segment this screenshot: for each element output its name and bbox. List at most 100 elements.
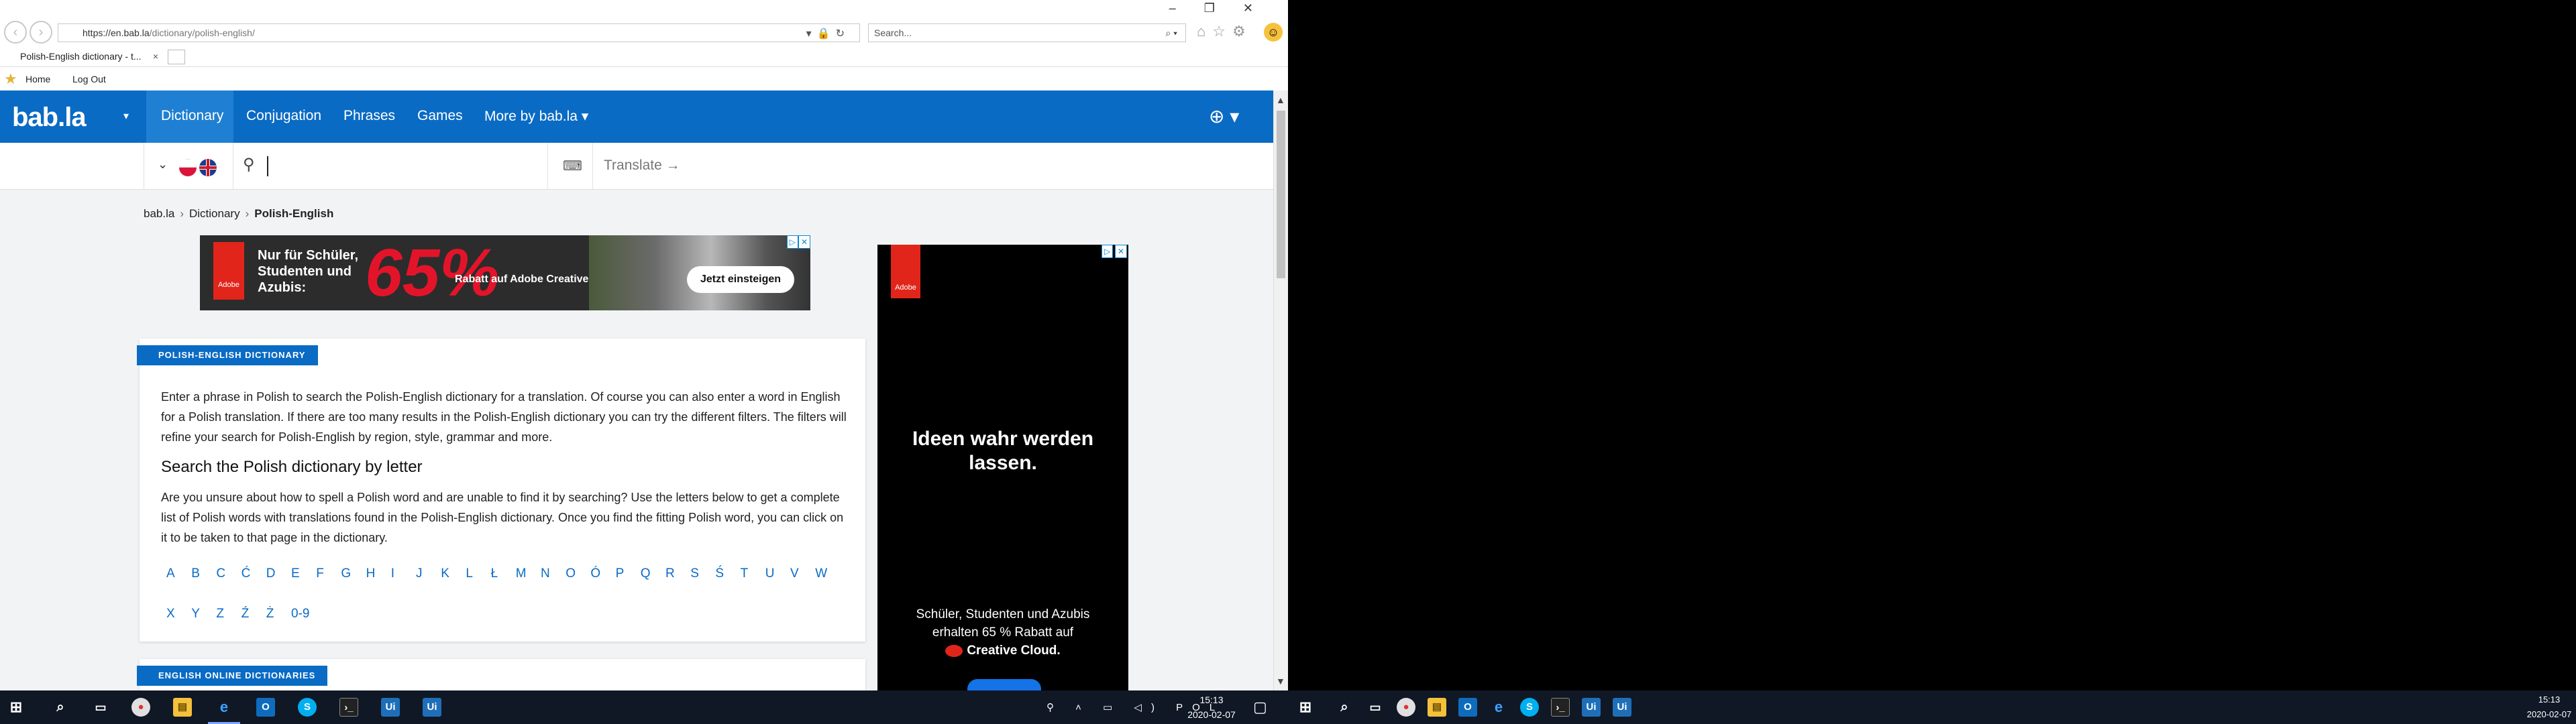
letter-link[interactable]: Ż [266,607,274,621]
back-icon[interactable]: ‹ [4,21,27,44]
letter-link[interactable]: J [416,566,423,581]
translate-button[interactable]: Translate → [604,158,680,174]
favorites-star-icon[interactable]: ★ [4,68,17,90]
explorer-icon[interactable]: ▤ [1428,698,1446,717]
nav-dictionary[interactable]: Dictionary [161,108,223,124]
letter-link[interactable]: L [466,566,473,581]
letter-link[interactable]: Ł [491,566,498,581]
letter-link[interactable]: E [291,566,300,581]
letter-link[interactable]: Q [641,566,651,581]
language-selector[interactable]: ⌄ [144,143,233,190]
start-icon[interactable]: ⊞ [7,698,25,717]
clock-secondary[interactable]: 15:13 2020-02-07 [2522,692,2576,722]
letter-link[interactable]: B [191,566,200,581]
toolbar-icons[interactable]: ⌂☆⚙ [1197,23,1252,40]
clock[interactable]: 15:13 2020-02-07 [1178,692,1245,722]
letter-link[interactable]: U [765,566,775,581]
letter-link[interactable]: S [690,566,699,581]
search-icon[interactable]: ⌕ ▾ [1165,24,1177,42]
edge-icon[interactable]: e [215,698,233,717]
uipath-studio-icon[interactable]: Ui [423,698,441,717]
letter-link[interactable]: G [341,566,351,581]
smiley-icon[interactable]: ☺ [1264,23,1283,42]
browser-search-field[interactable]: Search... ⌕ ▾ [868,23,1186,42]
letter-link[interactable]: F [316,566,324,581]
terminal-icon[interactable]: ›_ [339,698,358,717]
letter-link[interactable]: T [741,566,749,581]
search-icon[interactable]: ⌕ [51,698,70,717]
letter-link[interactable]: R [665,566,675,581]
globe-icon[interactable]: ⊕ ▾ [1209,105,1239,127]
letter-link[interactable]: Z [216,607,224,621]
banner-ad[interactable]: Adobe Nur für Schüler, Studenten und Azu… [200,235,810,310]
favorite-logout[interactable]: Log Out [72,68,106,90]
nav-phrases[interactable]: Phrases [343,108,395,124]
terminal-icon[interactable]: ›_ [1551,698,1570,717]
ad-cta-button[interactable]: Jetzt einsteigen [687,266,794,293]
letter-link[interactable]: V [790,566,799,581]
breadcrumb-dictionary[interactable]: Dictionary [189,207,240,220]
tab-polish-english[interactable]: Polish-English dictionary - t... × [0,46,166,67]
letter-link[interactable]: H [366,566,376,581]
letter-link[interactable]: M [516,566,527,581]
forward-icon[interactable]: › [30,21,52,44]
search-input[interactable] [267,156,268,176]
outlook-icon[interactable]: O [1458,698,1477,717]
site-logo[interactable]: bab.la [12,103,87,133]
letter-link[interactable]: O [566,566,576,581]
letter-link[interactable]: Ć [241,566,251,581]
letter-link[interactable]: D [266,566,276,581]
page-scrollbar[interactable]: ▲ ▼ [1273,90,1288,690]
ad-side-button[interactable] [967,679,1041,690]
nav-conjugation[interactable]: Conjugation [246,108,321,124]
start-icon[interactable]: ⊞ [1296,698,1315,717]
chevron-down-icon[interactable]: ▾ [123,109,129,123]
favorite-home[interactable]: Home [25,68,50,90]
adchoices-icon[interactable]: ▷ [1102,245,1114,258]
task-view-icon[interactable]: ▭ [91,698,110,717]
letter-link[interactable]: C [216,566,225,581]
skype-icon[interactable]: S [1520,698,1539,717]
task-view-icon[interactable]: ▭ [1366,698,1385,717]
browser-search-placeholder: Search... [874,27,912,38]
window-controls[interactable]: –❐✕ [1169,1,1281,15]
adchoices-icon[interactable]: ▷ [786,235,798,249]
chrome-icon[interactable]: ● [131,698,150,717]
letter-link[interactable]: A [166,566,175,581]
scrollbar-thumb[interactable] [1277,111,1285,278]
scroll-down-icon[interactable]: ▼ [1276,676,1285,686]
notifications-icon[interactable]: ▢ [1253,699,1267,716]
chrome-icon[interactable]: ● [1397,698,1415,717]
letter-link[interactable]: N [541,566,550,581]
nav-games[interactable]: Games [417,108,463,124]
letter-link[interactable]: 0-9 [291,607,309,621]
keyboard-button[interactable]: ⌨ [547,143,593,190]
edge-icon[interactable]: e [1489,698,1508,717]
outlook-icon[interactable]: O [256,698,275,717]
letter-link[interactable]: W [815,566,827,581]
letter-link[interactable]: Ś [715,566,724,581]
breadcrumb-home[interactable]: bab.la [144,207,174,220]
scroll-up-icon[interactable]: ▲ [1276,95,1285,105]
uipath-studio-icon[interactable]: Ui [1613,698,1631,717]
letter-link[interactable]: I [391,566,394,581]
uipath-icon[interactable]: Ui [381,698,400,717]
new-tab-button[interactable] [168,50,185,64]
ad-close-icon[interactable]: ✕ [798,235,810,249]
search-icon[interactable]: ⌕ [1335,698,1354,717]
uipath-icon[interactable]: Ui [1582,698,1601,717]
url-field[interactable]: https://en.bab.la/dictionary/polish-engl… [58,23,860,42]
letter-link[interactable]: P [616,566,625,581]
letter-link[interactable]: Ó [590,566,600,581]
nav-more[interactable]: More by bab.la ▾ [484,108,588,125]
skype-icon[interactable]: S [298,698,317,717]
letter-link[interactable]: X [166,607,175,621]
letter-link[interactable]: Ź [241,607,250,621]
letter-link[interactable]: K [441,566,449,581]
ad-close-icon[interactable]: ✕ [1115,245,1128,258]
sidebar-ad[interactable]: Adobe Ideen wahr werden lassen. Schüler,… [877,245,1128,690]
letter-link[interactable]: Y [191,607,200,621]
address-actions[interactable]: ▾🔒↻ [806,25,850,43]
tab-close-icon[interactable]: × [153,46,158,67]
explorer-icon[interactable]: ▤ [173,698,192,717]
